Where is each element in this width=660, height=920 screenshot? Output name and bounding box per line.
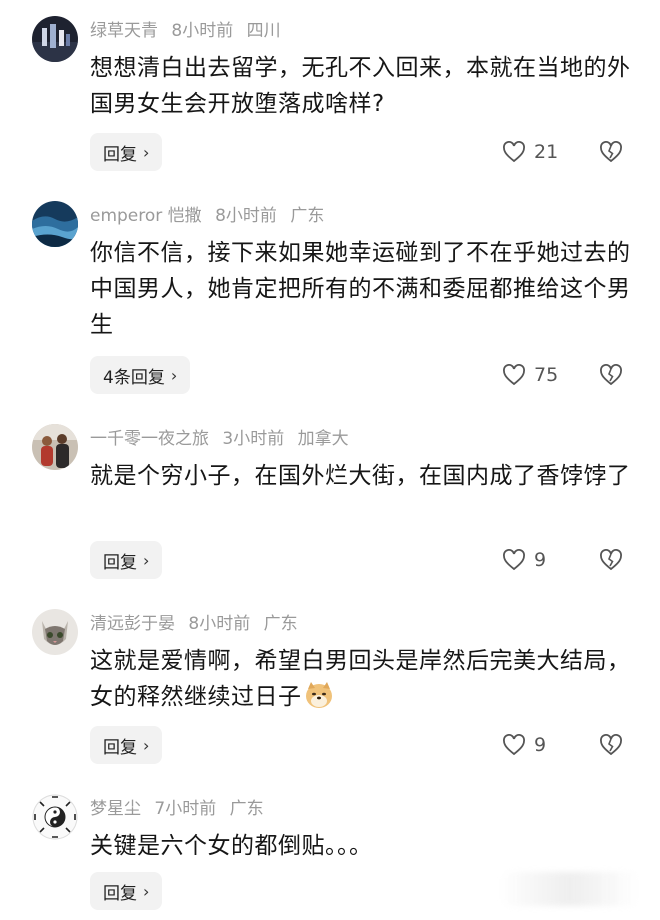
location: 四川 — [246, 21, 281, 41]
comment-text: 你信不信，接下来如果她幸运碰到了不在乎她过去的中国男人，她肯定把所有的不满和委屈… — [90, 240, 631, 338]
chevron-right-icon: › — [143, 142, 150, 162]
reply-label: 4条回复 — [103, 367, 165, 388]
location: 加拿大 — [297, 429, 349, 449]
timestamp: 8小时前 — [215, 206, 277, 226]
like-button[interactable]: 21 — [502, 133, 558, 171]
timestamp: 7小时前 — [154, 799, 217, 819]
timestamp: 8小时前 — [171, 21, 234, 41]
avatar[interactable] — [32, 609, 78, 655]
heart-outline-icon — [503, 141, 525, 163]
username[interactable]: 绿草天青 — [90, 21, 158, 41]
avatar[interactable] — [32, 201, 78, 247]
reply-button[interactable]: 回复 › — [90, 541, 163, 579]
comment-meta: emperor 恺撒 8小时前 广东 — [90, 205, 332, 227]
chevron-right-icon: › — [143, 881, 150, 901]
username[interactable]: 梦星尘 — [90, 799, 141, 819]
reply-button[interactable]: 回复 › — [90, 726, 163, 764]
location: 广东 — [263, 614, 298, 634]
dislike-button[interactable] — [599, 726, 623, 764]
chevron-right-icon: › — [170, 365, 178, 385]
dislike-button[interactable] — [599, 133, 623, 171]
timestamp: 8小时前 — [188, 614, 251, 634]
username[interactable]: 一千零一夜之旅 — [90, 429, 209, 449]
doge-emoji-icon — [305, 682, 332, 708]
heart-outline-icon — [503, 734, 525, 756]
reply-button[interactable]: 回复 › — [90, 872, 163, 910]
reply-label: 回复 — [103, 883, 137, 904]
broken-heart-icon — [600, 549, 622, 571]
comment-meta: 梦星尘 7小时前 广东 — [90, 798, 272, 820]
like-count: 21 — [534, 141, 559, 163]
location: 广东 — [229, 799, 264, 819]
chevron-right-icon: › — [143, 735, 150, 755]
reply-button[interactable]: 回复 › — [90, 133, 163, 171]
broken-heart-icon — [600, 141, 622, 163]
chevron-right-icon: › — [143, 550, 150, 570]
broken-heart-icon — [600, 364, 622, 386]
username[interactable]: emperor 恺撒 — [90, 206, 202, 226]
watermark — [500, 872, 640, 906]
like-button[interactable]: 75 — [502, 356, 558, 394]
heart-outline-icon — [503, 549, 525, 571]
comment-text-body: 这就是爱情啊，希望白男回头是岸然后完美大结局，女的释然继续过日子 — [90, 648, 631, 710]
like-button[interactable]: 9 — [502, 541, 546, 579]
reply-label: 回复 — [103, 552, 137, 573]
username[interactable]: 清远彭于晏 — [90, 614, 175, 634]
reply-button[interactable]: 4条回复 › — [90, 356, 191, 394]
dislike-button[interactable] — [599, 356, 623, 394]
comment-meta: 绿草天青 8小时前 四川 — [90, 20, 289, 42]
comment-text: 关键是六个女的都倒贴。。。 — [90, 833, 373, 859]
like-count: 9 — [534, 734, 547, 756]
comment-meta: 清远彭于晏 8小时前 广东 — [90, 613, 306, 635]
dislike-button[interactable] — [599, 541, 623, 579]
avatar[interactable] — [32, 794, 78, 840]
comment-text: 这就是爱情啊，希望白男回头是岸然后完美大结局，女的释然继续过日子 — [90, 643, 635, 715]
reply-label: 回复 — [103, 737, 137, 758]
broken-heart-icon — [600, 734, 622, 756]
heart-outline-icon — [503, 364, 525, 386]
location: 广东 — [290, 206, 325, 226]
comment-text: 想想清白出去留学，无孔不入回来，本就在当地的外国男女生会开放堕落成啥样? — [90, 55, 631, 117]
avatar[interactable] — [32, 424, 78, 470]
comment-meta: 一千零一夜之旅 3小时前 加拿大 — [90, 428, 357, 450]
timestamp: 3小时前 — [222, 429, 285, 449]
avatar[interactable] — [32, 16, 78, 62]
like-count: 75 — [534, 364, 559, 386]
like-count: 9 — [534, 549, 547, 571]
reply-label: 回复 — [103, 144, 137, 165]
like-button[interactable]: 9 — [502, 726, 546, 764]
comment-text: 就是个穷小子，在国外烂大街，在国内成了香饽饽了 — [90, 463, 631, 489]
